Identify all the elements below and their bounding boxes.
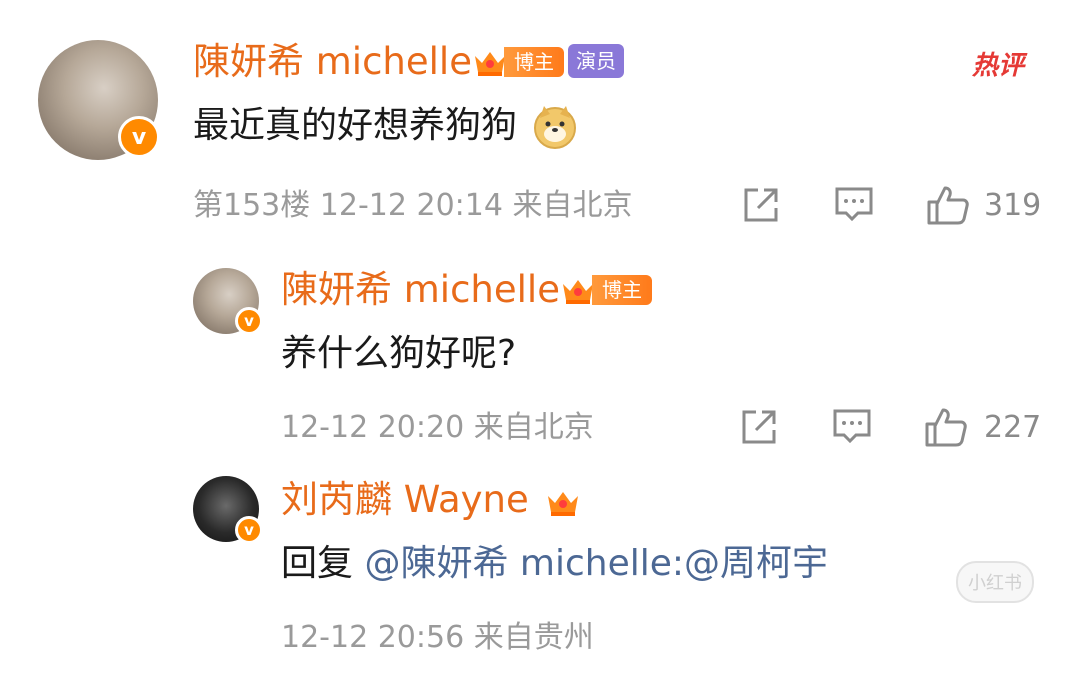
comment-icon[interactable] (832, 408, 872, 446)
reply-text: 回复 @陳妍希 michelle:@周柯宇 (281, 542, 828, 586)
share-icon[interactable] (742, 186, 780, 224)
like-count: 319 (984, 188, 1042, 223)
bozhu-badge: 博主 (558, 272, 652, 308)
comment-icon[interactable] (834, 186, 874, 224)
reply-meta: 12-12 20:56 来自贵州 (281, 620, 594, 655)
like-count: 227 (984, 410, 1042, 445)
bozhu-badge: 博主 (470, 44, 564, 80)
comment-text: 最近真的好想养狗狗 (193, 104, 578, 150)
mention-link[interactable]: @陳妍希 michelle:@周柯宇 (364, 543, 828, 584)
hot-comment-label: 热评 (972, 51, 1025, 81)
reply-author[interactable]: 陳妍希 michelle (281, 268, 560, 312)
comment-author[interactable]: 陳妍希 michelle (193, 40, 472, 84)
verified-badge: v (118, 116, 160, 158)
comment-meta: 第153楼 12-12 20:14 来自北京 (193, 188, 633, 223)
reply-meta: 12-12 20:20 来自北京 (281, 410, 594, 445)
crown-icon (545, 486, 581, 518)
reply-text: 养什么狗好呢? (281, 333, 517, 374)
doge-emoji-icon (532, 104, 578, 150)
reply-author[interactable]: 刘芮麟 Wayne (281, 478, 581, 522)
actor-badge: 演员 (568, 44, 624, 78)
share-icon[interactable] (740, 408, 778, 446)
watermark: 小红书 (956, 561, 1034, 603)
reply-prefix: 回复 (281, 543, 365, 584)
verified-badge: v (235, 516, 263, 544)
like-icon[interactable] (924, 406, 968, 448)
like-icon[interactable] (926, 184, 970, 226)
verified-badge: v (235, 307, 263, 335)
